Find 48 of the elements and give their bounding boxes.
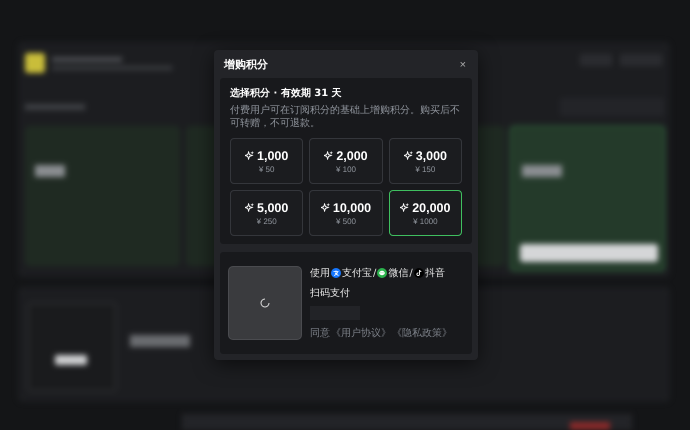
option-price: ¥ 250 xyxy=(256,216,277,226)
policy-link[interactable]: 《用户协议》 xyxy=(331,326,391,340)
blurred-price xyxy=(130,335,190,347)
sparkle-icon xyxy=(400,203,410,212)
sparkle-icon xyxy=(320,203,330,212)
sparkle-icon xyxy=(404,151,413,160)
blurred-price xyxy=(35,165,65,177)
sparkle-icon xyxy=(324,151,334,160)
scan-label: 扫码支付 xyxy=(310,286,351,300)
points-option[interactable]: 3,000 ¥ 150 xyxy=(388,138,462,184)
sparkle-icon xyxy=(245,151,254,160)
points-amount: 20,000 xyxy=(412,200,450,214)
points-amount: 1,000 xyxy=(257,148,288,162)
description-text: 付费用户可在订阅积分的基础上增购积分。购买后不可转赠，不可退款。 xyxy=(230,104,461,130)
payment-method: 支付宝 xyxy=(342,266,372,280)
payment-method: 抖音 xyxy=(424,266,445,280)
blurred-avatar xyxy=(25,53,45,73)
sparkle-icon xyxy=(245,203,254,212)
points-option[interactable]: 20,000 ¥ 1000 xyxy=(388,190,462,236)
payment-method: 微信 xyxy=(388,267,408,280)
option-price: ¥ 100 xyxy=(336,164,356,174)
points-option[interactable]: 1,000 ¥ 50 xyxy=(230,138,304,184)
option-price: ¥ 500 xyxy=(336,216,356,226)
separator: / xyxy=(409,268,413,278)
blurred-text xyxy=(25,104,85,110)
option-price: ¥ 50 xyxy=(258,164,274,174)
points-option[interactable]: 2,000 ¥ 100 xyxy=(309,138,383,184)
option-price: ¥ 1000 xyxy=(413,216,438,226)
points-amount: 3,000 xyxy=(416,148,447,162)
points-amount: 2,000 xyxy=(336,148,368,162)
points-amount: 10,000 xyxy=(332,200,372,214)
spinner-icon xyxy=(260,298,270,308)
points-option[interactable]: 5,000 ¥ 250 xyxy=(230,190,304,236)
alipay-icon xyxy=(331,268,341,278)
dialog-title: 增购积分 xyxy=(224,57,268,72)
option-price: ¥ 150 xyxy=(415,164,436,174)
use-label: 使用 xyxy=(310,267,330,280)
section-heading: 选择积分 · 有效期 31 天 xyxy=(230,86,343,100)
separator: / xyxy=(373,268,376,278)
agree-label: 同意 xyxy=(310,326,330,340)
blurred-price xyxy=(522,165,562,177)
close-button[interactable]: × xyxy=(458,58,468,70)
blurred-text xyxy=(52,57,122,62)
points-amount: 5,000 xyxy=(257,200,288,214)
points-option[interactable]: 10,000 ¥ 500 xyxy=(309,190,383,236)
policy-link[interactable]: 《隐私政策》 xyxy=(392,326,452,340)
music-note-icon xyxy=(414,268,424,278)
wechat-icon xyxy=(377,268,388,278)
